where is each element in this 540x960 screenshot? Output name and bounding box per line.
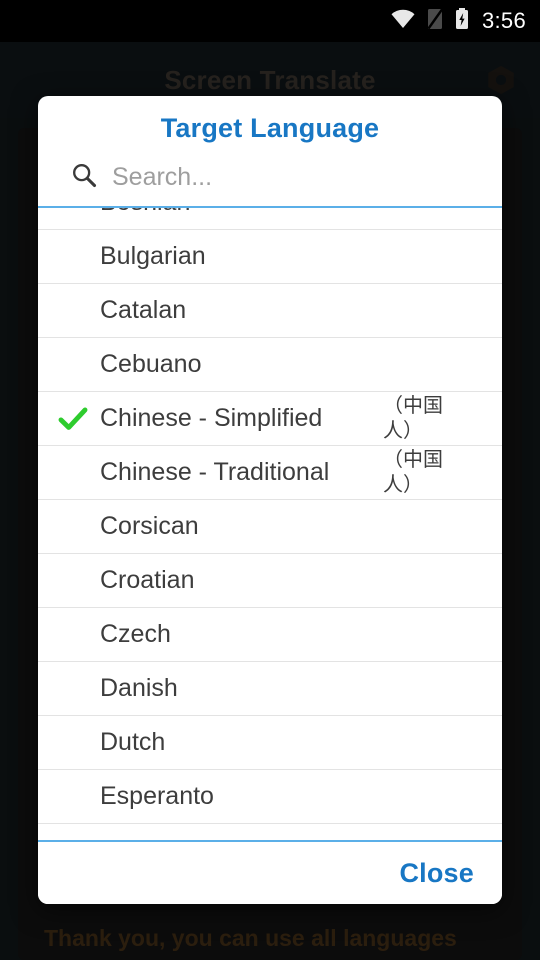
language-name: Bosnian: [100, 208, 190, 217]
dialog-actions: Close: [38, 842, 502, 904]
check-icon: [45, 402, 100, 436]
list-item[interactable]: Czech: [38, 608, 502, 662]
list-item[interactable]: Corsican: [38, 500, 502, 554]
status-bar-clock: 3:56: [481, 8, 526, 33]
language-name: Czech: [100, 620, 171, 648]
list-item[interactable]: Chinese - Traditional （中国人）: [38, 446, 502, 500]
target-language-dialog: Target Language Bosnian Bulgarian Catalan C…: [38, 96, 502, 904]
language-name: Catalan: [100, 296, 187, 324]
list-item[interactable]: Danish: [38, 662, 502, 716]
list-item[interactable]: Catalan: [38, 284, 502, 338]
list-item[interactable]: Croatian: [38, 554, 502, 608]
language-name: Estonian: [100, 836, 197, 840]
phone-screen: Screen Translate Thank you, you can use …: [0, 0, 540, 960]
language-list-scroll-content: Bosnian Bulgarian Catalan Cebuano Chinese - …: [38, 208, 502, 840]
list-item[interactable]: Bosnian: [38, 208, 502, 230]
language-name: Croatian: [100, 566, 195, 594]
language-name: Dutch: [100, 728, 166, 756]
language-name: Chinese - Traditional: [100, 458, 330, 486]
language-list[interactable]: Bosnian Bulgarian Catalan Cebuano Chinese - …: [38, 208, 502, 840]
list-item[interactable]: Bulgarian: [38, 230, 502, 284]
language-name: Bulgarian: [100, 242, 206, 270]
search-icon: [70, 161, 98, 194]
battery-charging-icon: [454, 7, 470, 36]
language-name: Esperanto: [100, 782, 214, 810]
list-item[interactable]: Esperanto: [38, 770, 502, 824]
status-bar: 3:56: [0, 0, 540, 42]
language-name: Corsican: [100, 512, 199, 540]
language-name: Chinese - Simplified: [100, 404, 323, 432]
list-item[interactable]: Cebuano: [38, 338, 502, 392]
wifi-icon: [390, 8, 416, 35]
language-name: Danish: [100, 674, 178, 702]
list-item[interactable]: Estonian: [38, 824, 502, 840]
list-item[interactable]: Chinese - Simplified （中国人）: [38, 392, 502, 446]
search-row[interactable]: [38, 148, 502, 206]
list-item[interactable]: Dutch: [38, 716, 502, 770]
search-input[interactable]: [112, 162, 478, 192]
language-native-name: （中国人）: [383, 449, 443, 496]
language-name: Cebuano: [100, 350, 202, 378]
cellular-off-icon: [425, 7, 445, 36]
close-button[interactable]: Close: [393, 854, 480, 893]
language-native-name: （中国人）: [383, 395, 443, 442]
dialog-title: Target Language: [160, 113, 380, 143]
